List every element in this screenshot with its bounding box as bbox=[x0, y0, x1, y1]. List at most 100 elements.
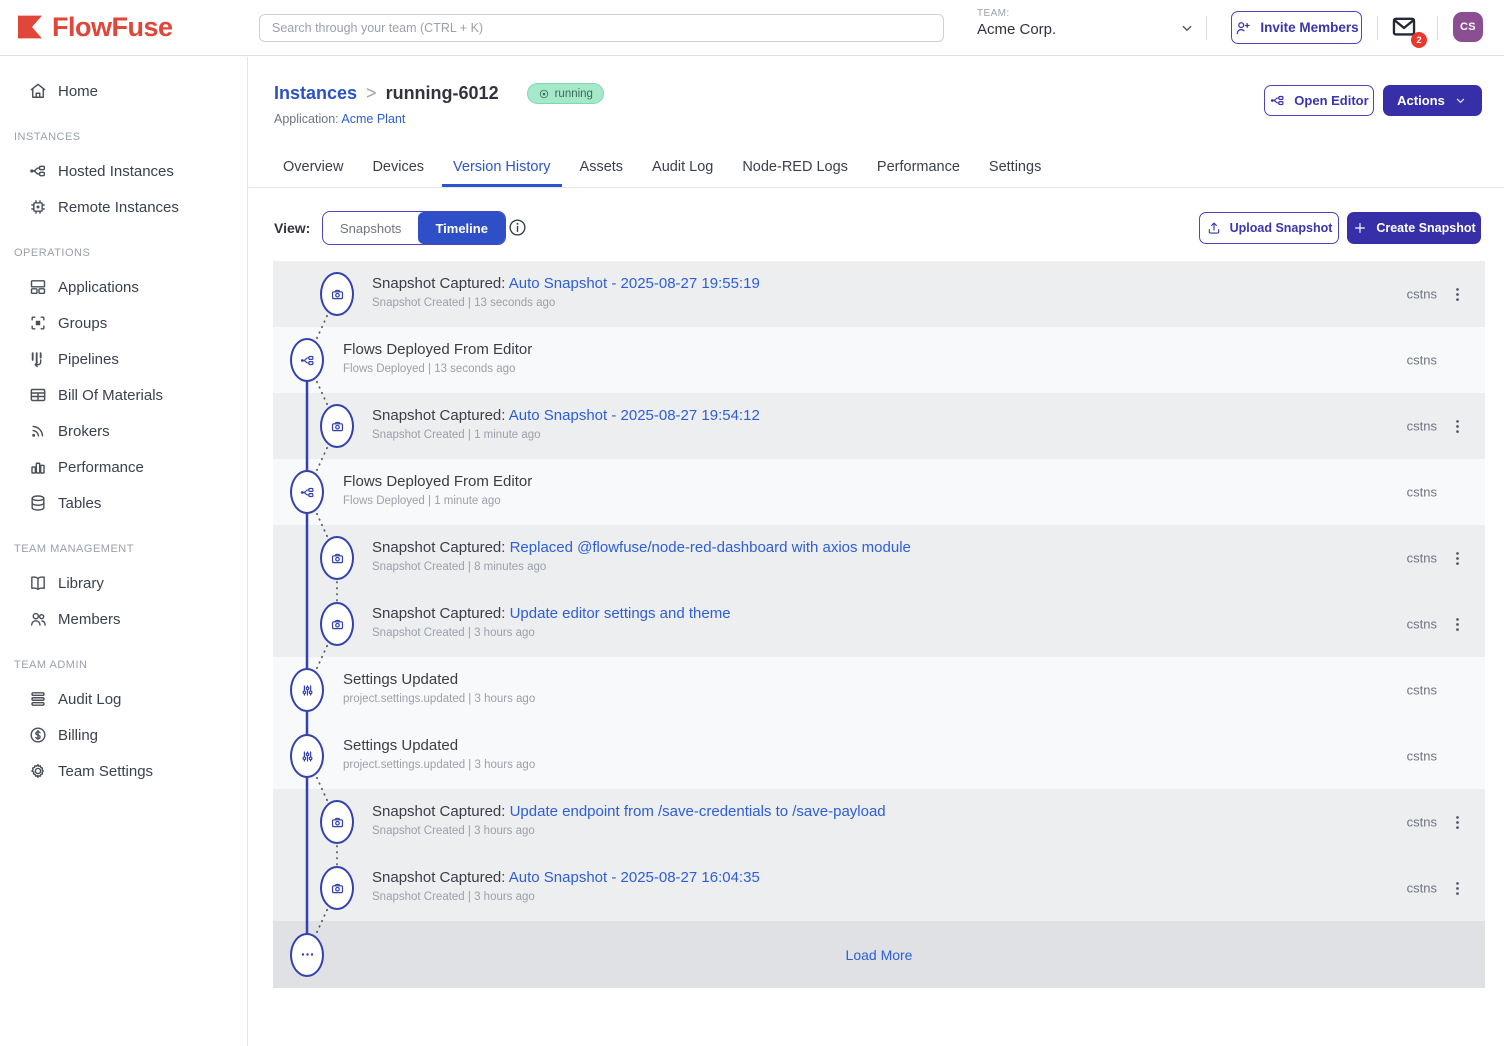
kebab-icon bbox=[1448, 879, 1467, 898]
event-title: Snapshot Captured: Update editor setting… bbox=[372, 605, 731, 622]
event-details: Flows Deployed From EditorFlows Deployed… bbox=[343, 341, 532, 375]
billing-icon bbox=[28, 725, 48, 745]
tables-icon bbox=[28, 493, 48, 513]
brokers-icon bbox=[28, 421, 48, 441]
load-more-link[interactable]: Load More bbox=[273, 947, 1485, 963]
sidebar-item-billing[interactable]: Billing bbox=[0, 717, 247, 753]
event-title-prefix: Snapshot Captured: bbox=[372, 605, 510, 622]
settings-sliders-icon bbox=[290, 734, 324, 778]
team-label: TEAM: bbox=[977, 8, 1056, 19]
sidebar-item-label: Team Settings bbox=[58, 763, 153, 780]
divider bbox=[1206, 16, 1207, 40]
sidebar-item-bill-of-materials[interactable]: Bill Of Materials bbox=[0, 377, 247, 413]
kebab-icon bbox=[1448, 285, 1467, 304]
sidebar-item-tables[interactable]: Tables bbox=[0, 485, 247, 521]
camera-icon bbox=[320, 404, 354, 448]
sidebar-item-remote-instances[interactable]: Remote Instances bbox=[0, 189, 247, 225]
row-menu-button[interactable] bbox=[1443, 544, 1471, 572]
snapshot-link[interactable]: Auto Snapshot - 2025-08-27 16:04:35 bbox=[509, 869, 760, 886]
event-title: Snapshot Captured: Auto Snapshot - 2025-… bbox=[372, 275, 760, 292]
event-details: Snapshot Captured: Auto Snapshot - 2025-… bbox=[372, 407, 760, 441]
info-icon[interactable] bbox=[507, 217, 528, 238]
camera-icon bbox=[320, 800, 354, 844]
open-editor-label: Open Editor bbox=[1294, 93, 1368, 108]
sidebar-item-audit-log[interactable]: Audit Log bbox=[0, 681, 247, 717]
tab-settings[interactable]: Settings bbox=[978, 147, 1052, 187]
sidebar-item-label: Remote Instances bbox=[58, 199, 179, 216]
timeline-row: Snapshot Captured: Auto Snapshot - 2025-… bbox=[273, 855, 1485, 921]
tab-version-history[interactable]: Version History bbox=[442, 147, 562, 187]
view-toggle-snapshots[interactable]: Snapshots bbox=[323, 212, 418, 244]
sidebar-item-home[interactable]: Home bbox=[0, 73, 247, 109]
applications-icon bbox=[28, 277, 48, 297]
sidebar-item-brokers[interactable]: Brokers bbox=[0, 413, 247, 449]
sidebar-item-library[interactable]: Library bbox=[0, 565, 247, 601]
search-input[interactable] bbox=[259, 14, 944, 42]
invite-members-button[interactable]: Invite Members bbox=[1231, 11, 1362, 44]
user-label: cstns bbox=[1407, 419, 1437, 434]
plus-icon bbox=[1352, 220, 1368, 236]
pipelines-icon bbox=[28, 349, 48, 369]
team-name: Acme Corp. bbox=[977, 21, 1056, 38]
user-label: cstns bbox=[1407, 287, 1437, 302]
timeline-row: Snapshot Captured: Replaced @flowfuse/no… bbox=[273, 525, 1485, 591]
snapshot-link[interactable]: Auto Snapshot - 2025-08-27 19:54:12 bbox=[509, 407, 760, 424]
flowfuse-logo[interactable]: FlowFuse bbox=[14, 11, 173, 43]
row-menu-button[interactable] bbox=[1443, 874, 1471, 902]
snapshot-link[interactable]: Update editor settings and theme bbox=[510, 605, 731, 622]
row-menu-button[interactable] bbox=[1443, 808, 1471, 836]
user-label: cstns bbox=[1407, 551, 1437, 566]
sidebar-item-groups[interactable]: Groups bbox=[0, 305, 247, 341]
row-menu-button[interactable] bbox=[1443, 280, 1471, 308]
event-title-prefix: Snapshot Captured: bbox=[372, 869, 509, 886]
sidebar-item-members[interactable]: Members bbox=[0, 601, 247, 637]
snapshot-link[interactable]: Auto Snapshot - 2025-08-27 19:55:19 bbox=[509, 275, 760, 292]
dots-horizontal-icon bbox=[290, 933, 324, 977]
tab-audit-log[interactable]: Audit Log bbox=[641, 147, 724, 187]
row-menu-button[interactable] bbox=[1443, 412, 1471, 440]
snapshot-link[interactable]: Replaced @flowfuse/node-red-dashboard wi… bbox=[510, 539, 911, 556]
event-title: Snapshot Captured: Auto Snapshot - 2025-… bbox=[372, 407, 760, 424]
sidebar-item-label: Pipelines bbox=[58, 351, 119, 368]
snapshot-link[interactable]: Update endpoint from /save-credentials t… bbox=[510, 803, 886, 820]
timeline: Snapshot Captured: Auto Snapshot - 2025-… bbox=[273, 261, 1485, 988]
breadcrumb-separator: > bbox=[366, 83, 377, 104]
view-toggle-timeline[interactable]: Timeline bbox=[418, 212, 505, 244]
tab-overview[interactable]: Overview bbox=[272, 147, 354, 187]
tab-performance[interactable]: Performance bbox=[866, 147, 971, 187]
chevron-down-icon[interactable] bbox=[1178, 19, 1196, 37]
sidebar-item-pipelines[interactable]: Pipelines bbox=[0, 341, 247, 377]
upload-snapshot-label: Upload Snapshot bbox=[1230, 221, 1333, 235]
flowfuse-logo-icon bbox=[14, 11, 46, 43]
upload-snapshot-button[interactable]: Upload Snapshot bbox=[1199, 212, 1339, 244]
event-details: Snapshot Captured: Replaced @flowfuse/no… bbox=[372, 539, 911, 573]
open-editor-button[interactable]: Open Editor bbox=[1264, 85, 1374, 116]
breadcrumb-instances-link[interactable]: Instances bbox=[274, 83, 357, 104]
tab-devices[interactable]: Devices bbox=[361, 147, 435, 187]
application-link[interactable]: Acme Plant bbox=[341, 112, 405, 126]
team-selector[interactable]: TEAM: Acme Corp. bbox=[977, 8, 1056, 38]
avatar[interactable]: CS bbox=[1453, 12, 1483, 42]
page-title: running-6012 bbox=[386, 83, 499, 104]
view-toggle: SnapshotsTimeline bbox=[322, 211, 506, 245]
tab-assets[interactable]: Assets bbox=[569, 147, 635, 187]
performance-icon bbox=[28, 457, 48, 477]
flows-deployed-icon bbox=[290, 338, 324, 382]
sidebar-item-hosted-instances[interactable]: Hosted Instances bbox=[0, 153, 247, 189]
sidebar-item-team-settings[interactable]: Team Settings bbox=[0, 753, 247, 789]
row-menu-button[interactable] bbox=[1443, 610, 1471, 638]
timeline-row: Settings Updatedproject.settings.updated… bbox=[273, 657, 1485, 723]
user-label: cstns bbox=[1407, 749, 1437, 764]
notifications-button[interactable]: 2 bbox=[1390, 13, 1420, 43]
sidebar-section-header: OPERATIONS bbox=[0, 225, 247, 269]
sidebar-item-label: Performance bbox=[58, 459, 144, 476]
tab-node-red-logs[interactable]: Node-RED Logs bbox=[731, 147, 859, 187]
sidebar-item-applications[interactable]: Applications bbox=[0, 269, 247, 305]
event-meta: Flows Deployed | 1 minute ago bbox=[343, 495, 532, 507]
create-snapshot-button[interactable]: Create Snapshot bbox=[1347, 212, 1481, 244]
status-badge-label: running bbox=[555, 88, 593, 100]
sidebar-item-performance[interactable]: Performance bbox=[0, 449, 247, 485]
sidebar-item-label: Home bbox=[58, 83, 98, 100]
event-meta: Snapshot Created | 13 seconds ago bbox=[372, 297, 760, 309]
actions-button[interactable]: Actions bbox=[1383, 85, 1482, 116]
